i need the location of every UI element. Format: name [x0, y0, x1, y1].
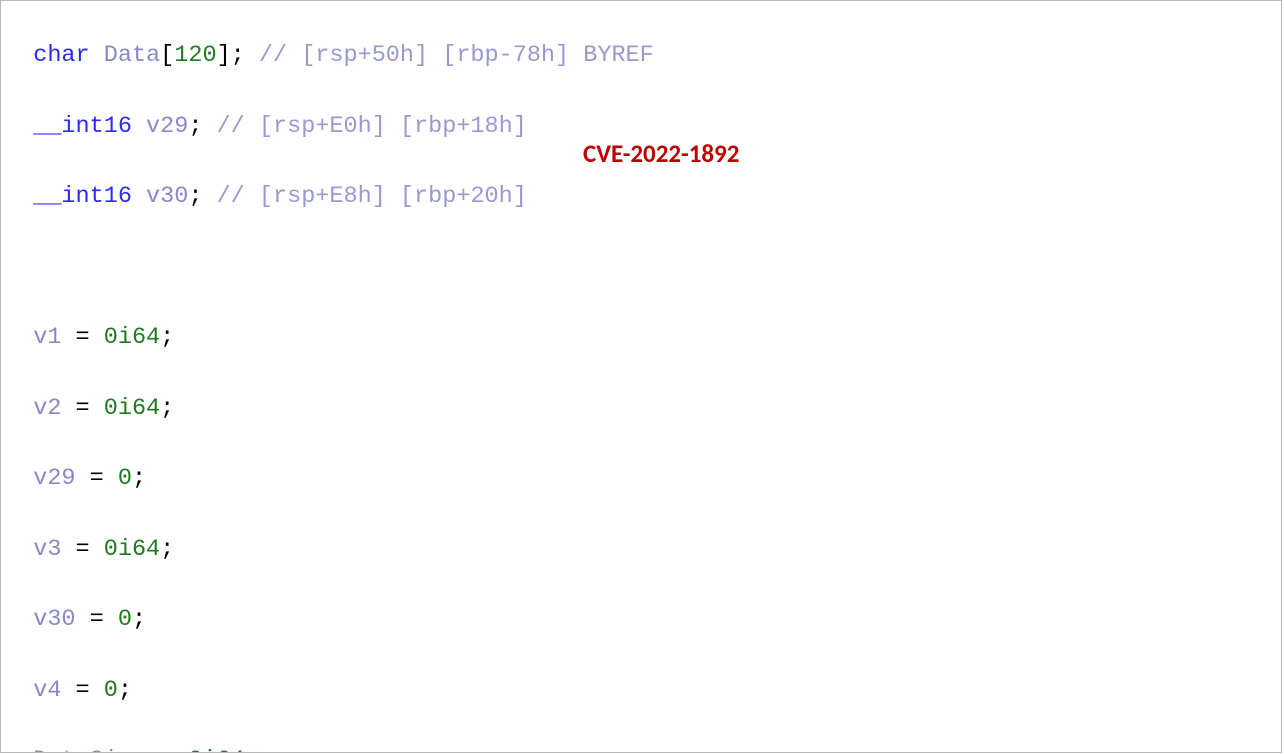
code-line: v1 = 0i64;	[5, 320, 1277, 355]
code-line: char Data[120]; // [rsp+50h] [rbp-78h] B…	[5, 38, 1277, 73]
code-line: v29 = 0;	[5, 461, 1277, 496]
code-line: v30 = 0;	[5, 602, 1277, 637]
code-line: v3 = 0i64;	[5, 532, 1277, 567]
blank-line	[5, 250, 1277, 285]
code-line: v2 = 0i64;	[5, 391, 1277, 426]
cve-annotation: CVE-2022-1892	[583, 135, 739, 173]
code-line: DataSize = 0i64;	[5, 743, 1277, 753]
code-line: v4 = 0;	[5, 673, 1277, 708]
code-block: char Data[120]; // [rsp+50h] [rbp-78h] B…	[0, 0, 1282, 753]
code-line: __int16 v30; // [rsp+E8h] [rbp+20h]	[5, 179, 1277, 214]
